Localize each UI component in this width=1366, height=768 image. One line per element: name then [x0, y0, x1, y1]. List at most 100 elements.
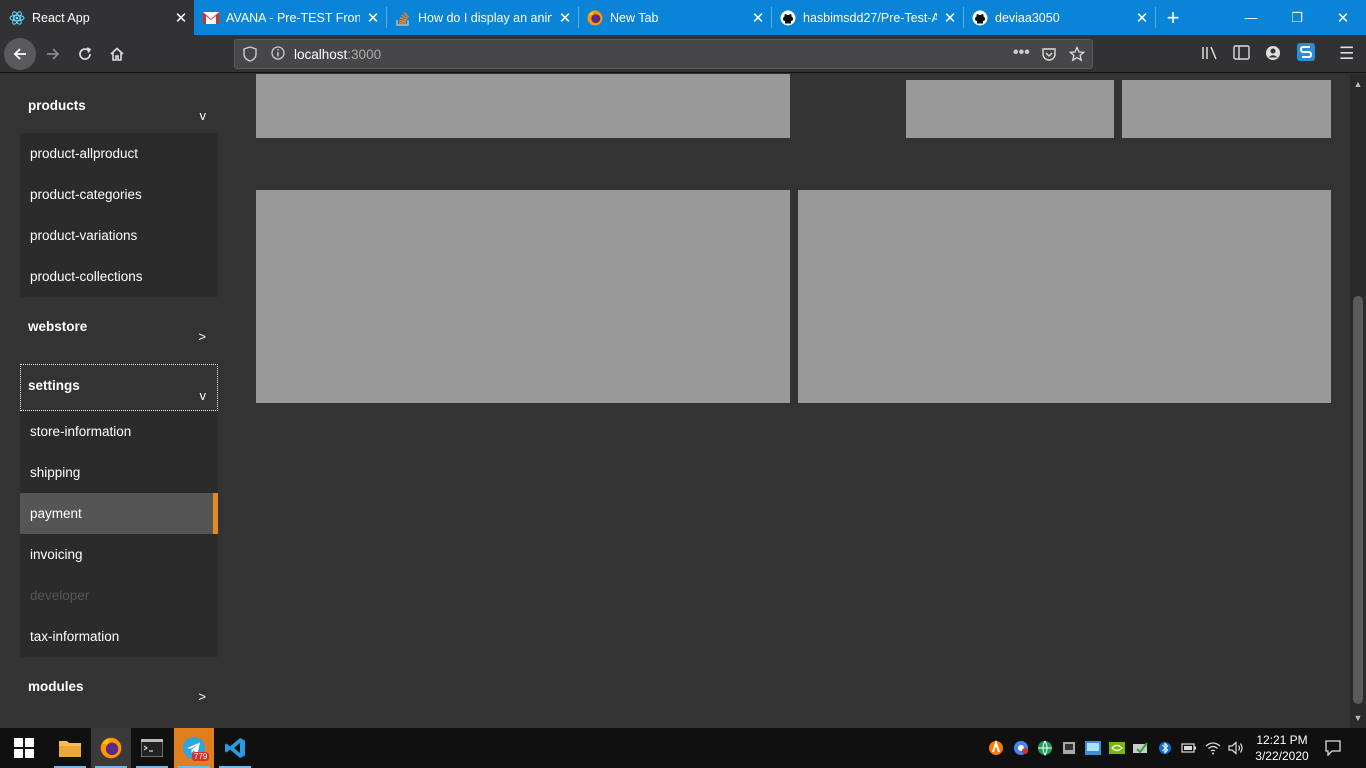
github-icon	[780, 10, 796, 26]
placeholder-panel	[256, 74, 790, 138]
sidebar-toggle-icon[interactable]	[1233, 45, 1250, 63]
settings-submenu: store-information shipping payment invoi…	[20, 411, 218, 657]
vscode-icon[interactable]	[215, 728, 255, 768]
sidebar-item-product-collections[interactable]: product-collections	[20, 256, 218, 297]
tab-stackoverflow[interactable]: How do I display an anin ✕	[386, 0, 578, 35]
tab-title: hasbimsdd27/Pre-Test-A	[803, 10, 937, 25]
vertical-scrollbar[interactable]: ▲ ▼	[1350, 74, 1366, 728]
terminal-icon[interactable]	[132, 728, 172, 768]
device-icon[interactable]	[1061, 740, 1077, 756]
tab-close-icon[interactable]: ✕	[360, 9, 386, 27]
display-icon[interactable]	[1085, 740, 1101, 756]
app-sidebar: products v product-allproduct product-ca…	[0, 74, 238, 728]
chevron-right-icon: >	[198, 689, 206, 704]
more-actions-icon[interactable]: •••	[1013, 44, 1030, 62]
volume-icon[interactable]	[1228, 740, 1244, 756]
sidebar-item-product-allproduct[interactable]: product-allproduct	[20, 133, 218, 174]
action-center-icon[interactable]	[1325, 740, 1341, 756]
battery-icon[interactable]	[1181, 740, 1197, 756]
network-globe-icon[interactable]	[1037, 740, 1053, 756]
github-icon	[972, 10, 988, 26]
tab-new-tab[interactable]: New Tab ✕	[578, 0, 771, 35]
stylus-extension-icon[interactable]	[1297, 43, 1315, 64]
account-icon[interactable]	[1265, 45, 1281, 64]
restore-icon[interactable]: ❐	[1274, 0, 1320, 35]
windows-start-icon[interactable]	[4, 728, 44, 768]
file-explorer-icon[interactable]	[50, 728, 90, 768]
tab-close-icon[interactable]: ✕	[745, 9, 771, 27]
group-label: modules	[28, 679, 84, 694]
chrome-notification-icon[interactable]	[1013, 740, 1029, 756]
sidebar-item-product-categories[interactable]: product-categories	[20, 174, 218, 215]
minimize-icon[interactable]: —	[1228, 0, 1274, 35]
system-clock[interactable]: 12:21 PM 3/22/2020	[1252, 732, 1312, 764]
nvidia-icon[interactable]	[1109, 740, 1125, 756]
gmail-icon	[203, 10, 219, 26]
sidebar-item-developer: developer	[30, 588, 90, 603]
firefox-taskbar-icon[interactable]	[91, 728, 131, 768]
back-arrow-icon[interactable]	[4, 38, 36, 70]
browser-tab-strip: React App ✕ AVANA - Pre-TEST Fronte ✕ Ho…	[0, 0, 1366, 35]
tab-avana[interactable]: AVANA - Pre-TEST Fronte ✕	[194, 0, 386, 35]
usb-safe-remove-icon[interactable]	[1133, 740, 1149, 756]
scrollbar-thumb[interactable]	[1353, 296, 1363, 704]
tab-close-icon[interactable]: ✕	[168, 9, 194, 27]
wifi-icon[interactable]	[1205, 740, 1221, 756]
sidebar-group-webstore[interactable]: webstore >	[20, 305, 218, 351]
products-submenu: product-allproduct product-categories pr…	[20, 133, 218, 297]
new-tab-plus-icon[interactable]: +	[1150, 0, 1196, 35]
sidebar-group-products[interactable]: products v	[20, 84, 218, 130]
library-icon[interactable]	[1201, 45, 1219, 64]
tab-react-app[interactable]: React App ✕	[0, 0, 194, 35]
sidebar-group-settings[interactable]: settings v	[20, 364, 218, 411]
telegram-icon[interactable]: 779	[174, 728, 214, 768]
windows-taskbar: 779 12:21 PM 3/22/2020	[0, 728, 1366, 768]
telegram-badge: 779	[192, 752, 210, 761]
stackoverflow-icon	[395, 10, 411, 26]
tab-close-icon[interactable]: ✕	[937, 9, 963, 27]
sidebar-item-shipping[interactable]: shipping	[20, 452, 218, 493]
url-port: :3000	[347, 47, 382, 62]
tab-close-icon[interactable]: ✕	[552, 9, 578, 27]
pocket-icon[interactable]	[1041, 46, 1057, 65]
browser-toolbar: localhost:3000 ••• ☰	[0, 35, 1366, 73]
react-icon	[9, 10, 25, 26]
tab-github-pretest[interactable]: hasbimsdd27/Pre-Test-A ✕	[771, 0, 963, 35]
sidebar-item-tax-information[interactable]: tax-information	[20, 616, 218, 657]
hamburger-menu-icon[interactable]: ☰	[1339, 44, 1354, 64]
chevron-down-icon: v	[199, 108, 207, 123]
placeholder-panel	[906, 80, 1114, 138]
shield-icon[interactable]	[243, 46, 257, 65]
clock-date: 3/22/2020	[1255, 749, 1309, 763]
home-icon[interactable]	[101, 38, 133, 70]
sidebar-item-store-information[interactable]: store-information	[20, 411, 218, 452]
info-icon[interactable]	[271, 46, 285, 63]
chevron-down-icon: v	[199, 388, 207, 403]
main-content	[238, 74, 1350, 728]
tab-title: React App	[32, 10, 90, 25]
reload-icon[interactable]	[69, 38, 101, 70]
address-bar[interactable]: localhost:3000 •••	[234, 39, 1093, 69]
sidebar-item-invoicing[interactable]: invoicing	[20, 534, 218, 575]
group-label: settings	[28, 378, 80, 393]
bluetooth-icon[interactable]	[1157, 740, 1173, 756]
clock-time: 12:21 PM	[1256, 733, 1308, 747]
placeholder-panel	[1122, 80, 1331, 138]
sidebar-item-product-variations[interactable]: product-variations	[20, 215, 218, 256]
tab-github-deviaa[interactable]: deviaa3050 ✕	[963, 0, 1155, 35]
scroll-up-icon[interactable]: ▲	[1350, 76, 1366, 92]
placeholder-panel	[798, 190, 1331, 403]
tab-title: New Tab	[610, 10, 659, 25]
tab-title: AVANA - Pre-TEST Fronte	[226, 10, 360, 25]
avast-icon[interactable]	[988, 740, 1004, 756]
group-label: products	[28, 98, 86, 113]
forward-arrow-icon[interactable]	[37, 38, 69, 70]
window-close-icon[interactable]: ✕	[1320, 0, 1366, 35]
chevron-right-icon: >	[198, 329, 206, 344]
url-text: localhost:3000	[294, 47, 381, 62]
placeholder-panel	[256, 190, 790, 403]
bookmark-star-icon[interactable]	[1068, 45, 1086, 65]
sidebar-item-payment[interactable]: payment	[20, 493, 218, 534]
sidebar-group-modules[interactable]: modules >	[20, 665, 218, 711]
scroll-down-icon[interactable]: ▼	[1350, 710, 1366, 726]
